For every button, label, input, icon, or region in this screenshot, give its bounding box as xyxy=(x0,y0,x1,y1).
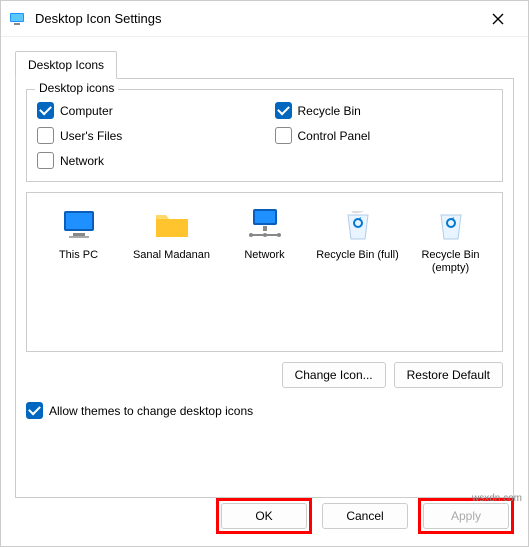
icon-this-pc[interactable]: This PC xyxy=(35,205,122,277)
change-icon-button[interactable]: Change Icon... xyxy=(282,362,386,388)
checkbox-control-label: Control Panel xyxy=(298,129,371,143)
tab-panel: Desktop icons Computer Recycle Bin Us xyxy=(15,78,514,498)
checkbox-computer-label: Computer xyxy=(60,104,113,118)
allow-themes-checkbox[interactable] xyxy=(26,402,43,419)
folder-icon xyxy=(152,205,192,245)
watermark-text: wsxdn.com xyxy=(472,493,522,504)
icon-preview-box: This PC Sanal Madanan Netw xyxy=(26,192,503,352)
dialog-window: Desktop Icon Settings Desktop Icons Desk… xyxy=(0,0,529,547)
desktop-icons-fieldset: Desktop icons Computer Recycle Bin Us xyxy=(26,89,503,182)
checkbox-userfiles[interactable]: User's Files xyxy=(37,127,255,144)
app-icon xyxy=(9,10,27,28)
close-button[interactable] xyxy=(476,4,520,34)
icon-this-pc-label: This PC xyxy=(35,249,122,277)
icon-network[interactable]: Network xyxy=(221,205,308,277)
checkbox-control[interactable]: Control Panel xyxy=(275,127,493,144)
window-title: Desktop Icon Settings xyxy=(35,11,476,26)
tab-container: Desktop Icons Desktop icons Computer Rec… xyxy=(15,51,514,498)
checkbox-network[interactable]: Network xyxy=(37,152,255,169)
checkbox-userfiles-label: User's Files xyxy=(60,129,122,143)
ok-highlight: OK xyxy=(216,498,312,534)
dialog-button-row: OK Cancel Apply xyxy=(216,498,514,534)
monitor-icon xyxy=(59,205,99,245)
restore-default-button[interactable]: Restore Default xyxy=(394,362,503,388)
icon-recycle-empty-label: Recycle Bin (empty) xyxy=(407,249,494,277)
checkbox-recycle[interactable]: Recycle Bin xyxy=(275,102,493,119)
allow-themes-label: Allow themes to change desktop icons xyxy=(49,404,253,418)
checkbox-recycle-label: Recycle Bin xyxy=(298,104,361,118)
icon-button-row: Change Icon... Restore Default xyxy=(26,362,503,388)
icon-recycle-full-label: Recycle Bin (full) xyxy=(314,249,401,277)
checkbox-recycle-box[interactable] xyxy=(275,102,292,119)
fieldset-legend: Desktop icons xyxy=(35,81,118,95)
tab-desktop-icons[interactable]: Desktop Icons xyxy=(15,51,117,79)
ok-button[interactable]: OK xyxy=(221,503,307,529)
icon-network-label: Network xyxy=(221,249,308,277)
checkbox-userfiles-box[interactable] xyxy=(37,127,54,144)
icon-user-folder[interactable]: Sanal Madanan xyxy=(128,205,215,277)
icon-user-label: Sanal Madanan xyxy=(128,249,215,277)
icon-recycle-full[interactable]: Recycle Bin (full) xyxy=(314,205,401,277)
content-area: Desktop Icons Desktop icons Computer Rec… xyxy=(1,37,528,498)
cancel-button[interactable]: Cancel xyxy=(322,503,408,529)
titlebar: Desktop Icon Settings xyxy=(1,1,528,37)
checkbox-control-box[interactable] xyxy=(275,127,292,144)
checkbox-grid: Computer Recycle Bin User's Files C xyxy=(37,102,492,169)
checkbox-network-box[interactable] xyxy=(37,152,54,169)
recycle-empty-icon xyxy=(431,205,471,245)
network-icon xyxy=(245,205,285,245)
checkbox-network-label: Network xyxy=(60,154,104,168)
checkbox-computer-box[interactable] xyxy=(37,102,54,119)
icon-row: This PC Sanal Madanan Netw xyxy=(35,205,494,277)
checkbox-computer[interactable]: Computer xyxy=(37,102,255,119)
recycle-full-icon xyxy=(338,205,378,245)
apply-button[interactable]: Apply xyxy=(423,503,509,529)
allow-themes-row[interactable]: Allow themes to change desktop icons xyxy=(26,402,503,419)
icon-recycle-empty[interactable]: Recycle Bin (empty) xyxy=(407,205,494,277)
